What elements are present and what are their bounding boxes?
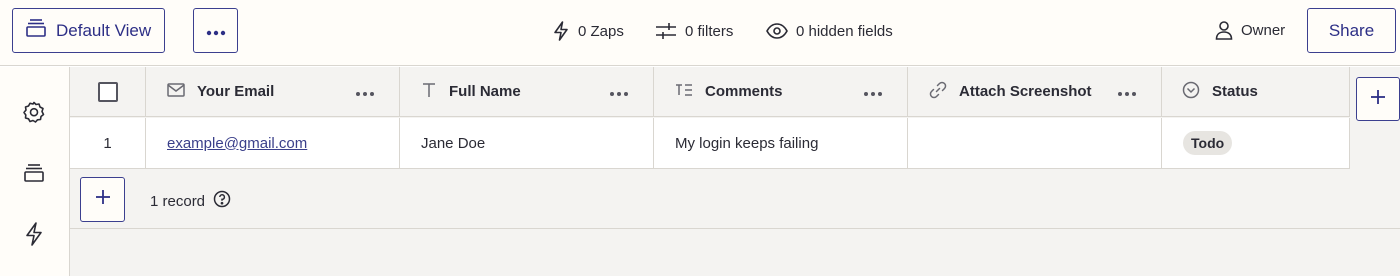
more-dots-icon bbox=[206, 21, 226, 41]
dropdown-circle-icon bbox=[1182, 81, 1200, 103]
table-grid: Your Email Full Name Comments Attach Scr… bbox=[70, 67, 1400, 276]
eye-icon bbox=[766, 23, 788, 39]
default-view-button[interactable]: Default View bbox=[12, 8, 165, 53]
column-menu-dots-icon[interactable] bbox=[1117, 84, 1137, 101]
long-text-icon bbox=[675, 83, 693, 101]
cell-attach-screenshot[interactable] bbox=[908, 118, 1162, 168]
table-footer: 1 record bbox=[70, 169, 1400, 229]
add-column-button[interactable] bbox=[1356, 77, 1400, 121]
views-icon bbox=[25, 18, 47, 43]
column-label: Status bbox=[1212, 83, 1258, 100]
column-header-comments[interactable]: Comments bbox=[654, 67, 908, 116]
hidden-fields-label: 0 hidden fields bbox=[796, 22, 893, 40]
header-select-cell bbox=[70, 67, 146, 116]
add-record-button[interactable] bbox=[80, 177, 125, 222]
column-menu-dots-icon[interactable] bbox=[609, 84, 629, 101]
filter-sliders-icon bbox=[655, 22, 677, 40]
record-count-label: 1 record bbox=[150, 192, 206, 210]
text-icon bbox=[421, 82, 437, 102]
zaps-label: 0 Zaps bbox=[578, 22, 624, 40]
status-badge: Todo bbox=[1183, 131, 1233, 155]
help-question-icon[interactable] bbox=[213, 190, 231, 212]
plus-icon bbox=[1370, 89, 1386, 110]
column-label: Comments bbox=[705, 83, 783, 100]
hidden-fields-control[interactable]: 0 hidden fields bbox=[766, 20, 893, 42]
email-link[interactable]: example@gmail.com bbox=[167, 135, 307, 152]
mail-icon bbox=[167, 82, 185, 101]
add-column-area bbox=[1350, 67, 1400, 169]
column-label: Attach Screenshot bbox=[959, 83, 1092, 100]
link-icon bbox=[929, 81, 947, 103]
zaps-control[interactable]: 0 Zaps bbox=[552, 20, 624, 42]
row-number-cell: 1 bbox=[70, 118, 146, 168]
cell-full-name[interactable]: Jane Doe bbox=[400, 118, 654, 168]
row-number: 1 bbox=[103, 134, 112, 152]
cell-status[interactable]: Todo bbox=[1162, 118, 1350, 168]
cell-comments[interactable]: My login keeps failing bbox=[654, 118, 908, 168]
plus-icon bbox=[95, 189, 111, 210]
table-row[interactable]: 1 example@gmail.com Jane Doe My login ke… bbox=[70, 118, 1350, 169]
column-header-your-email[interactable]: Your Email bbox=[146, 67, 400, 116]
record-count: 1 record bbox=[150, 190, 231, 212]
filters-label: 0 filters bbox=[685, 22, 734, 40]
column-header-attach-screenshot[interactable]: Attach Screenshot bbox=[908, 67, 1162, 116]
select-all-checkbox[interactable] bbox=[97, 81, 118, 102]
zap-icon[interactable] bbox=[22, 222, 46, 246]
views-icon[interactable] bbox=[22, 161, 46, 185]
filters-control[interactable]: 0 filters bbox=[655, 20, 733, 42]
left-sidebar bbox=[0, 67, 70, 276]
table-header-row: Your Email Full Name Comments Attach Scr… bbox=[70, 67, 1350, 117]
column-menu-dots-icon[interactable] bbox=[355, 84, 375, 101]
owner-label: Owner bbox=[1241, 21, 1286, 39]
column-header-full-name[interactable]: Full Name bbox=[400, 67, 654, 116]
cell-your-email[interactable]: example@gmail.com bbox=[146, 118, 400, 168]
toolbar: Default View 0 Zaps 0 filters 0 hidden f… bbox=[0, 0, 1400, 66]
full-name-value: Jane Doe bbox=[421, 134, 486, 152]
column-menu-dots-icon[interactable] bbox=[863, 84, 883, 101]
column-label: Full Name bbox=[449, 83, 521, 100]
gear-icon[interactable] bbox=[22, 100, 46, 124]
owner-control[interactable]: Owner bbox=[1215, 19, 1285, 41]
comments-value: My login keeps failing bbox=[675, 134, 819, 152]
column-label: Your Email bbox=[197, 83, 275, 100]
more-options-button[interactable] bbox=[193, 8, 238, 53]
share-button[interactable]: Share bbox=[1307, 8, 1396, 53]
user-icon bbox=[1215, 20, 1233, 40]
zap-icon bbox=[552, 21, 570, 41]
default-view-label: Default View bbox=[56, 20, 152, 40]
column-header-status[interactable]: Status bbox=[1162, 67, 1350, 116]
